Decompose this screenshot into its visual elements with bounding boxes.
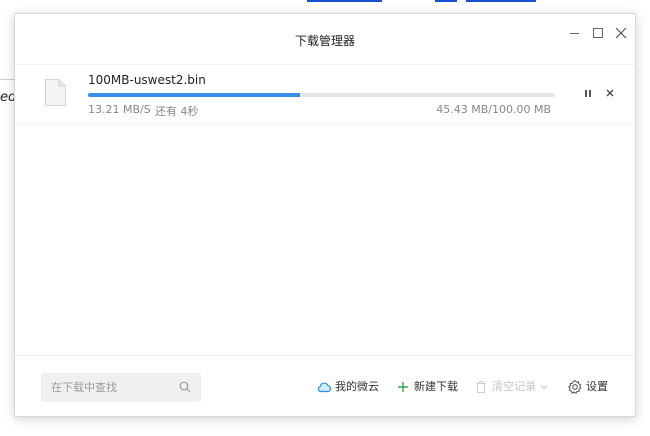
clear-records-button[interactable]: 清空记录 bbox=[473, 379, 549, 395]
download-progress-fill bbox=[88, 93, 301, 97]
search-box bbox=[41, 373, 201, 402]
title-bar: 下载管理器 bbox=[15, 14, 635, 65]
close-icon bbox=[615, 27, 627, 39]
download-manager-dialog: 下载管理器 100MB-uswest2.bin 13.21 MB/S 还有 4秒… bbox=[14, 13, 636, 417]
minimize-button[interactable] bbox=[565, 24, 583, 42]
background-link bbox=[307, 0, 382, 2]
file-name: 100MB-uswest2.bin bbox=[88, 73, 206, 87]
cloud-icon bbox=[317, 382, 332, 393]
maximize-button[interactable] bbox=[589, 24, 607, 42]
settings-label: 设置 bbox=[586, 380, 608, 393]
clear-records-label: 清空记录 bbox=[492, 380, 536, 393]
download-item[interactable]: 100MB-uswest2.bin 13.21 MB/S 还有 4秒 45.43… bbox=[15, 64, 635, 125]
dialog-title: 下载管理器 bbox=[294, 34, 355, 48]
trash-icon bbox=[476, 380, 486, 394]
my-weiyun-button[interactable]: 我的微云 bbox=[316, 379, 380, 395]
close-button[interactable] bbox=[612, 24, 630, 42]
new-download-label: 新建下载 bbox=[414, 380, 458, 393]
download-speed: 13.21 MB/S bbox=[88, 103, 151, 116]
minimize-icon bbox=[569, 33, 579, 34]
new-download-button[interactable]: 新建下载 bbox=[395, 379, 459, 395]
my-weiyun-label: 我的微云 bbox=[335, 380, 379, 393]
settings-button[interactable]: 设置 bbox=[567, 379, 611, 395]
pause-button[interactable] bbox=[582, 88, 594, 100]
search-icon[interactable] bbox=[179, 381, 191, 393]
chevron-down-icon bbox=[540, 385, 548, 390]
cancel-download-button[interactable] bbox=[603, 85, 617, 101]
close-icon bbox=[606, 89, 614, 97]
download-size: 45.43 MB/100.00 MB bbox=[436, 103, 551, 116]
pause-icon bbox=[585, 90, 587, 97]
plus-icon bbox=[398, 382, 408, 392]
background-link bbox=[466, 0, 536, 2]
maximize-icon bbox=[593, 28, 603, 38]
background-link bbox=[435, 0, 457, 2]
file-icon bbox=[45, 79, 66, 106]
footer-bar: 我的微云 新建下载 清空记录 设置 bbox=[15, 355, 635, 416]
background-links bbox=[0, 0, 650, 4]
gear-icon bbox=[568, 379, 582, 395]
search-input[interactable] bbox=[41, 373, 181, 402]
time-remaining: 还有 4秒 bbox=[155, 105, 199, 118]
download-progress-bar bbox=[88, 93, 555, 97]
